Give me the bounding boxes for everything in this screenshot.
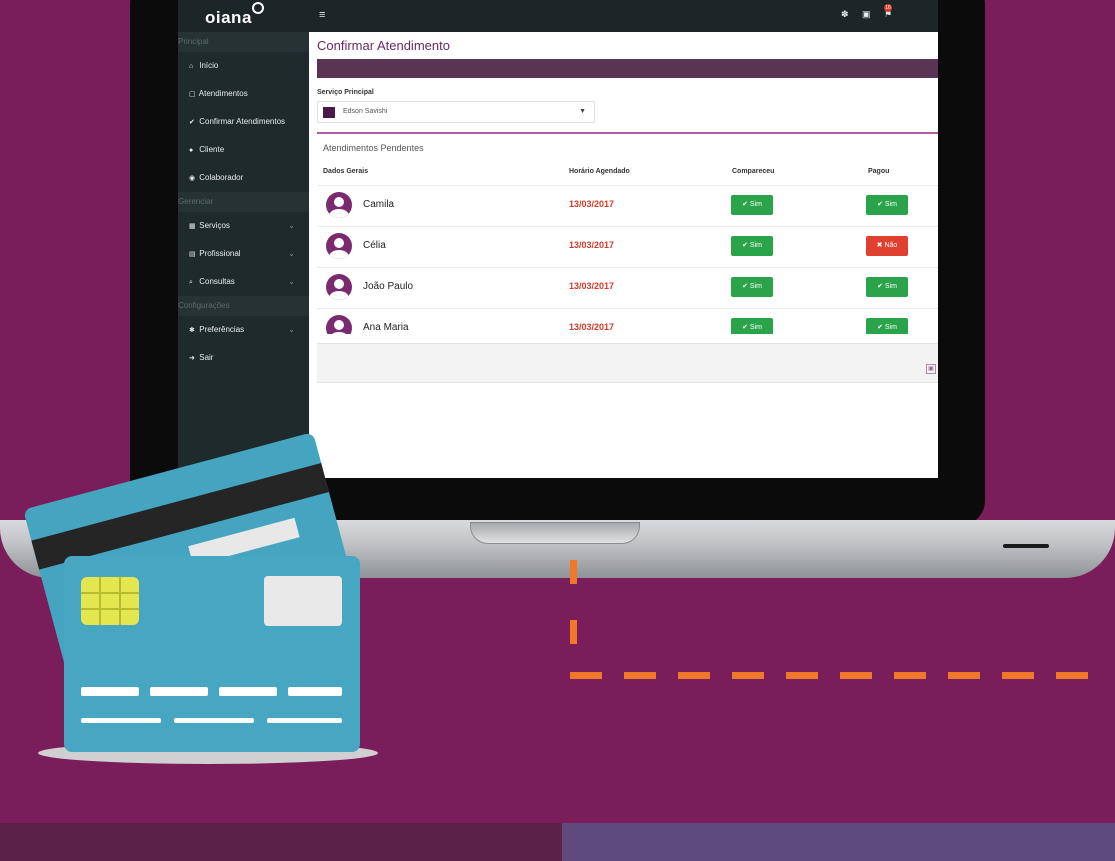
pagou-button[interactable]: ✔ Sim — [866, 195, 908, 215]
caret-down-icon: ▼ — [579, 108, 586, 115]
client-name: Célia — [363, 240, 386, 251]
header-bar — [317, 59, 938, 78]
magnetic-stripe — [31, 462, 329, 570]
card-name-line — [81, 718, 161, 723]
connector-dash — [948, 672, 980, 679]
table-row: Camila 13/03/2017 ✔ Sim ✔ Sim — [317, 185, 938, 226]
column-header: Pagou — [868, 168, 890, 175]
scheduled-date: 13/03/2017 — [569, 199, 615, 209]
laptop-screen: oiana Principal ⌂ Início ▢ Atendimentos … — [178, 0, 938, 478]
main-content: Confirmar Atendimento Serviço Principal … — [178, 0, 938, 334]
connector-dash — [624, 672, 656, 679]
pagou-button[interactable]: ✖ Não — [866, 236, 908, 256]
connector-dash — [570, 560, 577, 584]
connector-dash — [840, 672, 872, 679]
client-name: Ana Maria — [363, 322, 409, 333]
section-title: Atendimentos Pendentes — [323, 143, 424, 153]
compareceu-button[interactable]: ✔ Sim — [731, 195, 773, 215]
compareceu-button[interactable]: ✔ Sim — [731, 277, 773, 297]
scheduled-date: 13/03/2017 — [569, 240, 615, 250]
laptop-indicator — [1003, 544, 1049, 548]
card-number-group — [150, 687, 208, 696]
column-header: Horário Agendado — [569, 168, 630, 175]
footer-band: ▣ — [317, 343, 938, 383]
card-name-line — [174, 718, 254, 723]
card-number-group — [81, 687, 139, 696]
card-number-group — [219, 687, 277, 696]
divider — [317, 132, 938, 134]
client-name: Camila — [363, 199, 395, 210]
connector-dash — [786, 672, 818, 679]
pagou-button[interactable]: ✔ Sim — [866, 277, 908, 297]
compareceu-button[interactable]: ✔ Sim — [731, 318, 773, 334]
bottom-panel-left — [0, 823, 562, 861]
client-name: João Paulo — [363, 281, 414, 292]
avatar — [326, 192, 352, 218]
avatar — [326, 274, 352, 300]
servico-value: Edson Savishi — [343, 108, 388, 115]
card-number-group — [288, 687, 342, 696]
connector-dash — [894, 672, 926, 679]
sidebar-item-sair[interactable]: ➜ Sair — [178, 344, 309, 372]
page-title: Confirmar Atendimento — [317, 38, 450, 53]
connector-dash — [570, 672, 602, 679]
table-row: Ana Maria 13/03/2017 ✔ Sim ✔ Sim — [317, 308, 938, 334]
calendar-icon[interactable]: ▣ — [926, 364, 936, 374]
avatar — [326, 233, 352, 259]
scheduled-date: 13/03/2017 — [569, 322, 615, 332]
pagou-button[interactable]: ✔ Sim — [866, 318, 908, 334]
connector-dash — [678, 672, 710, 679]
avatar — [326, 315, 352, 334]
card-chip-icon — [81, 577, 139, 625]
connector-dash — [570, 620, 577, 644]
table-row: João Paulo 13/03/2017 ✔ Sim ✔ Sim — [317, 267, 938, 308]
connector-dash — [732, 672, 764, 679]
sidebar-item-label: Sair — [199, 353, 214, 362]
compareceu-button[interactable]: ✔ Sim — [731, 236, 773, 256]
connector-dash — [1056, 672, 1088, 679]
table-row: Célia 13/03/2017 ✔ Sim ✖ Não — [317, 226, 938, 267]
connector-dash — [1002, 672, 1034, 679]
column-header: Dados Gerais — [323, 168, 369, 175]
logout-icon: ➜ — [189, 355, 195, 362]
servico-select[interactable]: Edson Savishi ▼ — [317, 101, 595, 123]
credit-card-front — [64, 556, 360, 752]
servico-label: Serviço Principal — [317, 89, 374, 96]
color-swatch — [323, 107, 335, 118]
bottom-panel-right — [562, 823, 1115, 861]
column-header: Compareceu — [732, 168, 775, 175]
card-label-box — [264, 576, 342, 626]
card-name-line — [267, 718, 342, 723]
laptop-notch — [470, 522, 640, 544]
scheduled-date: 13/03/2017 — [569, 281, 615, 291]
